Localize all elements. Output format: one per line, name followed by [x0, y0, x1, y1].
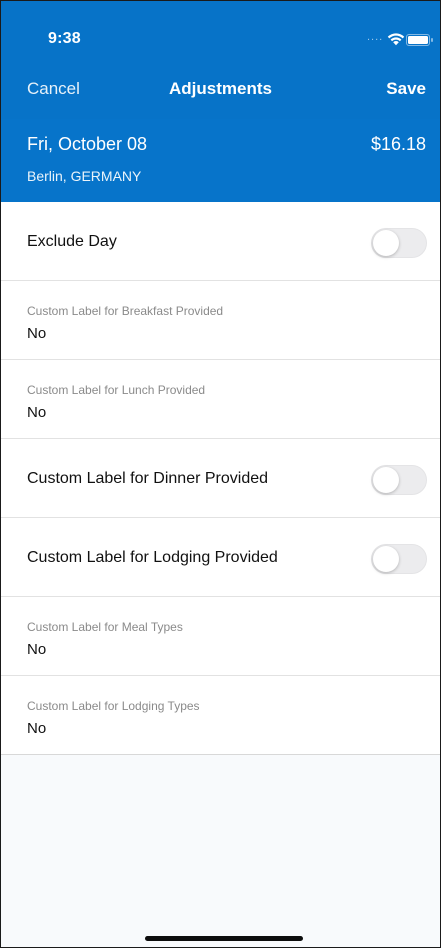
- battery-icon: [406, 34, 433, 46]
- exclude-day-label: Exclude Day: [27, 233, 117, 250]
- wifi-icon: [387, 33, 405, 46]
- header: 9:38 .... Cancel Adjustments Save Fri, O…: [1, 1, 440, 202]
- toggle-knob: [373, 467, 399, 493]
- exclude-day-toggle[interactable]: [371, 228, 427, 258]
- exclude-day-row: Exclude Day: [1, 202, 440, 281]
- summary-amount: $16.18: [370, 134, 426, 154]
- lodging-types-caption: Custom Label for Lodging Types: [27, 699, 200, 713]
- meal-types-value: No: [27, 641, 47, 658]
- summary-location: Berlin, GERMANY: [27, 168, 142, 184]
- dinner-provided-row: Custom Label for Dinner Provided: [1, 439, 440, 518]
- toggle-knob: [373, 546, 399, 572]
- dinner-provided-toggle[interactable]: [371, 465, 427, 495]
- lunch-provided-caption: Custom Label for Lunch Provided: [27, 383, 206, 397]
- lodging-provided-label: Custom Label for Lodging Provided: [27, 549, 278, 566]
- page-title: Adjustments: [169, 79, 272, 98]
- lodging-provided-toggle[interactable]: [371, 544, 427, 574]
- lunch-provided-value: No: [27, 404, 47, 421]
- dinner-provided-label: Custom Label for Dinner Provided: [27, 470, 269, 487]
- meal-types-row[interactable]: Custom Label for Meal Types No: [1, 597, 440, 676]
- lunch-provided-row[interactable]: Custom Label for Lunch Provided No: [1, 360, 440, 439]
- adjustments-screen: 9:38 .... Cancel Adjustments Save Fri, O…: [0, 0, 441, 948]
- home-indicator: [145, 936, 303, 941]
- summary-date: Fri, October 08: [27, 134, 148, 154]
- navigation-bar: Cancel Adjustments Save: [1, 73, 440, 109]
- adjustments-form: Exclude Day Custom Label for Breakfast P…: [1, 202, 440, 755]
- day-summary: Fri, October 08 Berlin, GERMANY $16.18: [1, 119, 440, 202]
- lodging-types-value: No: [27, 720, 47, 737]
- breakfast-provided-value: No: [27, 325, 47, 342]
- meal-types-caption: Custom Label for Meal Types: [27, 620, 183, 634]
- save-button[interactable]: Save: [386, 79, 426, 99]
- status-bar: 9:38 ....: [1, 1, 440, 59]
- lodging-provided-row: Custom Label for Lodging Provided: [1, 518, 440, 597]
- status-time: 9:38: [48, 30, 81, 47]
- signal-dots: ....: [367, 31, 384, 43]
- breakfast-provided-row[interactable]: Custom Label for Breakfast Provided No: [1, 281, 440, 360]
- lodging-types-row[interactable]: Custom Label for Lodging Types No: [1, 676, 440, 755]
- toggle-knob: [373, 230, 399, 256]
- breakfast-provided-caption: Custom Label for Breakfast Provided: [27, 304, 224, 318]
